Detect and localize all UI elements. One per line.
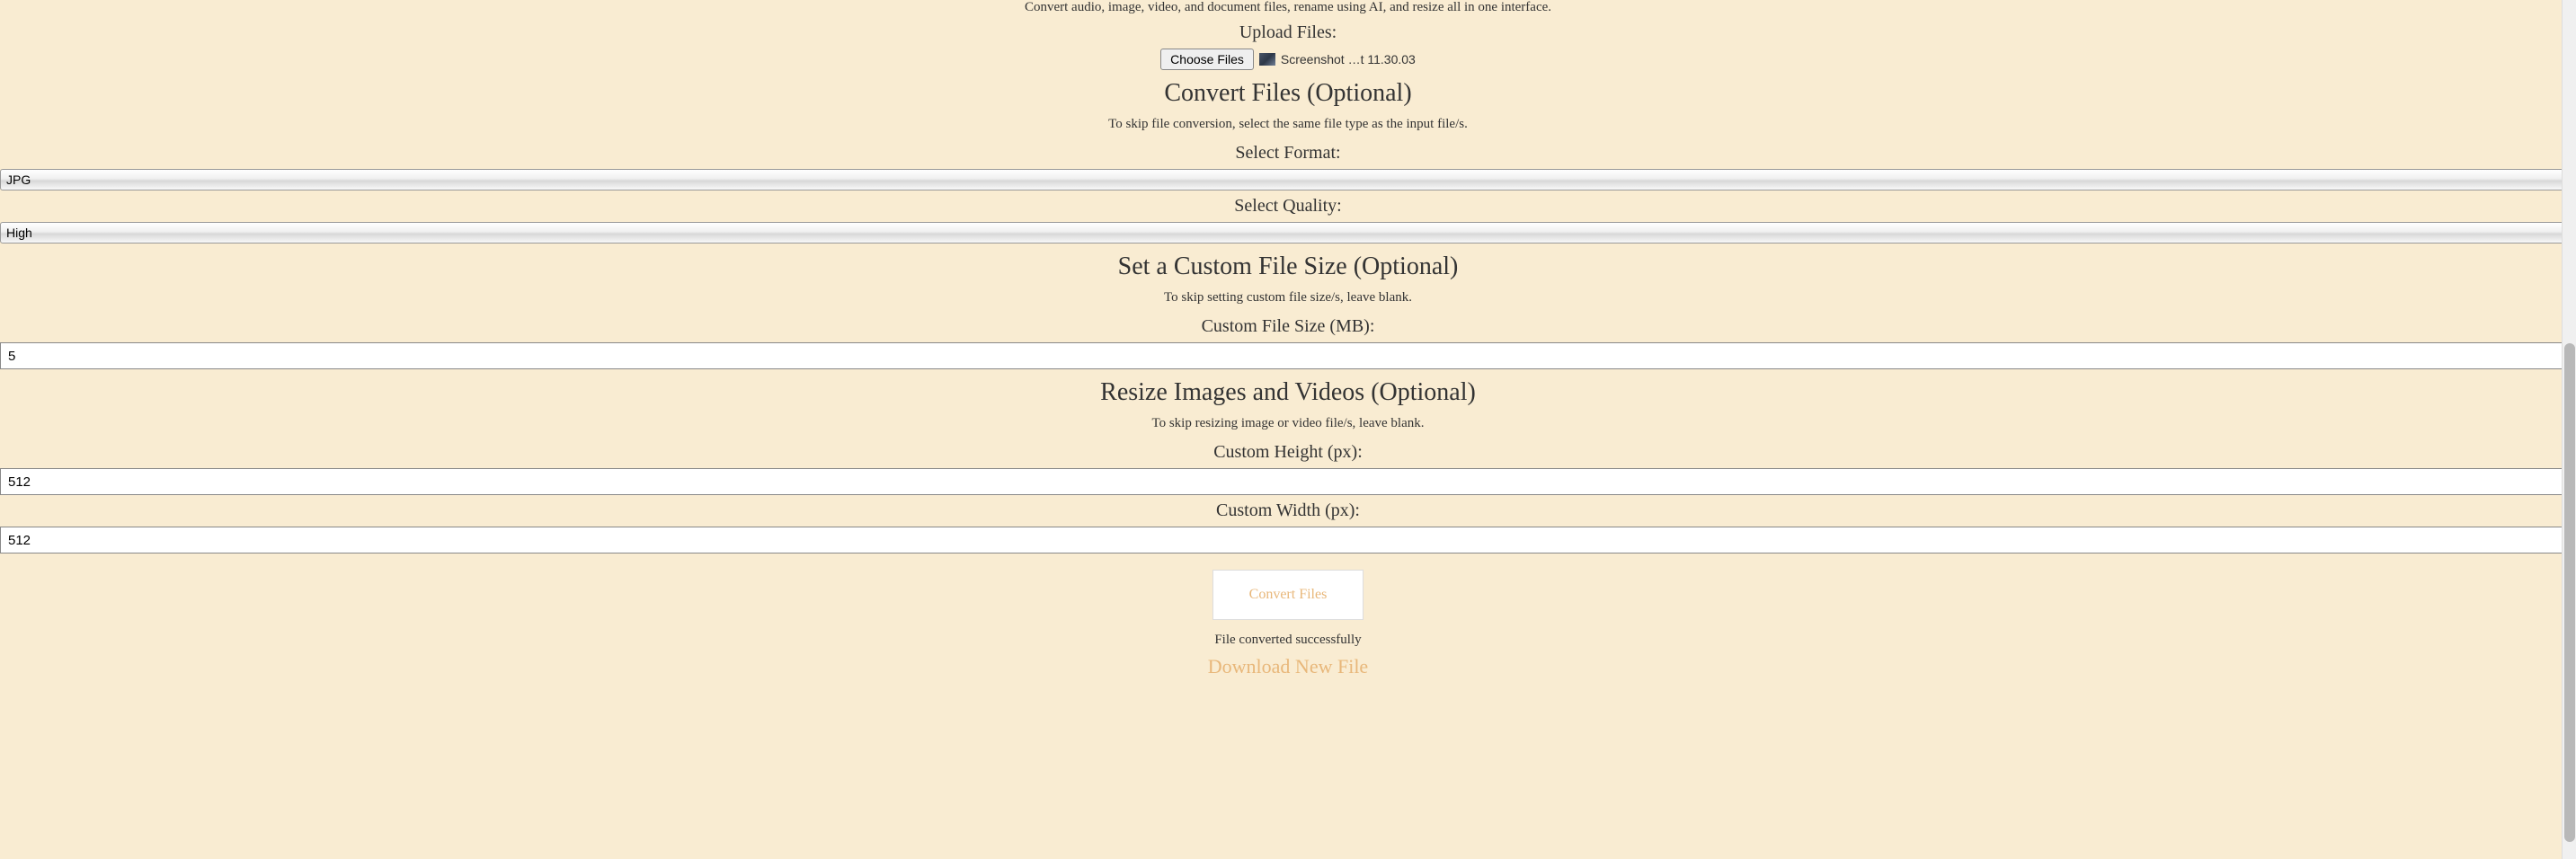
width-input[interactable] [0,527,2576,553]
custom-size-hint: To skip setting custom file size/s, leav… [0,290,2576,306]
scrollbar[interactable] [2562,0,2576,859]
file-thumbnail-icon [1259,53,1275,66]
convert-section-title: Convert Files (Optional) [0,79,2576,108]
quality-label: Select Quality: [0,196,2576,217]
custom-size-label: Custom File Size (MB): [0,316,2576,337]
custom-size-input[interactable] [0,342,2576,369]
custom-size-input-container: ▲▼ [0,342,2576,369]
width-label: Custom Width (px): [0,500,2576,521]
quality-select-container: High ▲▼ [0,222,2576,244]
quality-select[interactable]: High [0,222,2576,244]
resize-hint: To skip resizing image or video file/s, … [0,416,2576,431]
format-select-container: JPG ▲▼ [0,169,2576,190]
custom-size-section-title: Set a Custom File Size (Optional) [0,252,2576,281]
convert-hint: To skip file conversion, select the same… [0,117,2576,132]
width-input-container: ▲▼ [0,527,2576,553]
height-label: Custom Height (px): [0,442,2576,463]
download-link[interactable]: Download New File [1208,655,1368,678]
scrollbar-thumb[interactable] [2564,343,2575,841]
format-label: Select Format: [0,143,2576,164]
height-input-container: ▲▼ [0,468,2576,495]
convert-button[interactable]: Convert Files [1212,570,1364,620]
choose-files-button[interactable]: Choose Files [1160,49,1254,70]
file-upload-row: Choose Files Screenshot …t 11.30.03 [0,49,2576,70]
uploaded-filename: Screenshot …t 11.30.03 [1281,52,1416,66]
status-message: File converted successfully [0,633,2576,648]
height-input[interactable] [0,468,2576,495]
resize-section-title: Resize Images and Videos (Optional) [0,378,2576,407]
intro-text: Convert audio, image, video, and documen… [0,0,2576,15]
format-select[interactable]: JPG [0,169,2576,190]
upload-label: Upload Files: [0,22,2576,43]
